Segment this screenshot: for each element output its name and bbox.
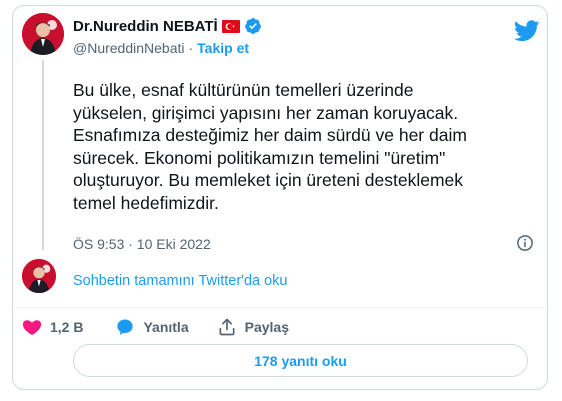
divider [12,307,548,308]
thread-line [42,60,44,250]
share-button[interactable]: Paylaş [217,317,289,337]
reply-bubble-icon [117,319,134,335]
twitter-bird-icon[interactable] [514,20,540,42]
reply-button[interactable]: Yanıtla [115,317,189,337]
tweet-actions: 1,2 B Yanıtla Paylaş [22,314,289,340]
read-conversation-link[interactable]: Sohbetin tamamını Twitter'da oku [73,273,287,289]
author-handle-row: @NureddinNebati · Takip et [73,40,249,56]
like-button[interactable]: 1,2 B [22,317,83,337]
reply-label: Yanıtla [143,319,189,335]
author-handle[interactable]: @NureddinNebati [73,40,185,56]
conversation-avatar[interactable] [22,259,56,293]
separator-dot: · [188,40,194,56]
like-count: 1,2 B [50,319,84,335]
tweet-text-line: oluşturuyor. Bu memleket için üreteni de… [73,170,464,190]
verified-badge-icon [244,18,261,34]
tweet-text: Bu ülke, esnaf kültürünün temelleri üzer… [73,79,528,214]
share-label: Paylaş [244,319,289,335]
turkey-flag-icon [221,19,240,33]
author-name-row: Dr.Nureddin NEBATİ [73,17,262,35]
author-avatar[interactable] [22,13,64,55]
share-icon [219,318,235,336]
info-icon[interactable] [516,234,534,252]
tweet-timestamp[interactable]: ÖS 9:53 · 10 Eki 2022 [73,236,211,252]
tweet-text-line: yükselen, girişimci yapısını her zaman k… [73,102,459,123]
heart-icon [22,320,42,335]
follow-button[interactable]: Takip et [197,40,249,56]
tweet-text-line: Esnafımıza desteğimiz her daim sürdü ve … [73,125,467,145]
read-replies-button[interactable]: 178 yanıtı oku [73,344,528,377]
tweet-text-line: Bu ülke, esnaf kültürünün temelleri üzer… [73,80,414,100]
tweet-text-line: sürecek. Ekonomi politikamızın temelini … [73,147,446,168]
author-name[interactable]: Dr.Nureddin NEBATİ [73,18,218,35]
tweet-text-line: temel hedefimizdir. [73,192,219,213]
